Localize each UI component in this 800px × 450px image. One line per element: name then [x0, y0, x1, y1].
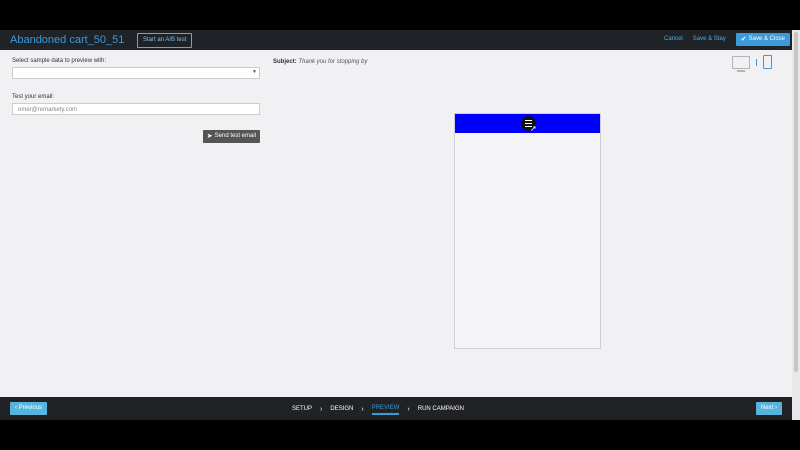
check-icon: ✔	[740, 36, 747, 43]
vertical-scrollbar[interactable]	[792, 30, 800, 420]
previous-label: Previous	[18, 405, 43, 411]
sample-data-select[interactable]: ▼	[12, 67, 260, 79]
step-run-campaign[interactable]: RUN CAMPAIGN	[418, 404, 464, 414]
send-test-email-button[interactable]: ➤ Send test email	[202, 130, 260, 143]
mouse-cursor-icon: ➚	[530, 124, 537, 133]
preview-controls: Select sample data to preview with: ▼ Te…	[12, 58, 260, 143]
campaign-preview-window: Abandoned cart_50_51 Start an A/B test C…	[0, 30, 800, 420]
previous-button[interactable]: ‹ Previous	[10, 402, 48, 415]
ab-test-button[interactable]: Start an A/B test	[137, 33, 193, 48]
send-icon: ➤	[206, 133, 213, 140]
header-bar: Abandoned cart_50_51 Start an A/B test C…	[0, 30, 800, 50]
step-preview[interactable]: PREVIEW	[371, 403, 400, 415]
desktop-icon[interactable]	[732, 55, 750, 72]
email-subject: Subject: Thank you for stopping by	[273, 59, 367, 65]
wizard-steps: SETUP › DESIGN › PREVIEW › RUN CAMPAIGN	[292, 403, 464, 415]
email-header-banner: ➚	[455, 114, 600, 133]
wizard-footer: ‹ Previous SETUP › DESIGN › PREVIEW › RU…	[0, 397, 792, 420]
subject-value: Thank you for stopping by	[298, 59, 368, 65]
chevron-right-icon: ›	[320, 405, 323, 413]
separator-icon	[756, 58, 757, 66]
save-stay-link[interactable]: Save & Stay	[693, 33, 726, 46]
chevron-right-icon: ›	[361, 405, 364, 413]
scrollbar-thumb[interactable]	[794, 32, 798, 372]
step-design[interactable]: DESIGN	[330, 404, 353, 414]
save-close-button[interactable]: ✔ Save & Close	[735, 33, 790, 46]
campaign-title: Abandoned cart_50_51	[10, 34, 125, 46]
next-label: Next	[760, 405, 774, 411]
next-button[interactable]: Next ›	[755, 402, 782, 415]
chevron-right-icon: ›	[407, 405, 410, 413]
test-email-input[interactable]: omer@remarkety.com	[12, 103, 260, 115]
chevron-left-icon: ‹	[15, 405, 17, 411]
mobile-icon[interactable]	[763, 55, 772, 69]
save-close-label: Save & Close	[748, 36, 785, 42]
mobile-preview: ➚	[454, 113, 601, 349]
device-toggle	[732, 55, 772, 72]
chevron-right-icon: ›	[775, 405, 777, 411]
step-setup[interactable]: SETUP	[292, 404, 312, 414]
caret-down-icon: ▼	[252, 69, 257, 75]
sample-data-label: Select sample data to preview with:	[12, 58, 107, 64]
test-email-label: Test your email:	[12, 94, 55, 100]
subject-label: Subject:	[273, 59, 297, 65]
send-test-email-label: Send test email	[214, 133, 256, 139]
cancel-link[interactable]: Cancel	[664, 33, 683, 46]
header-actions: Cancel Save & Stay ✔ Save & Close	[664, 33, 790, 46]
